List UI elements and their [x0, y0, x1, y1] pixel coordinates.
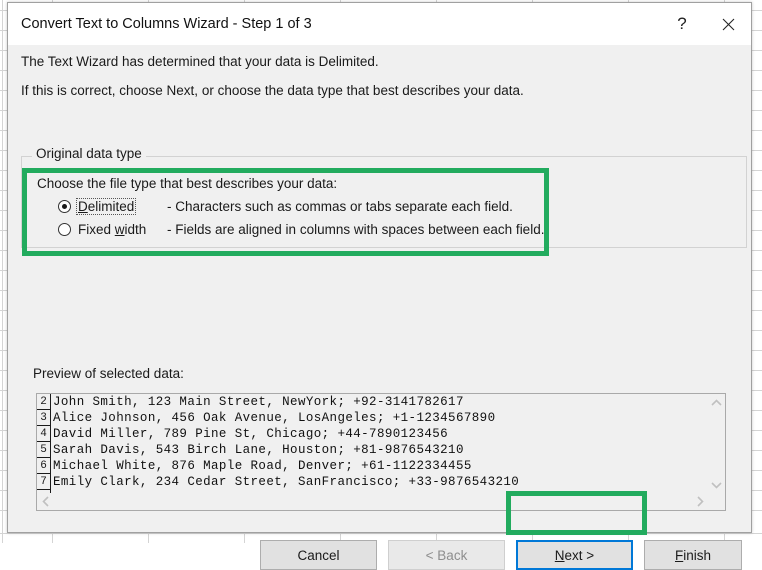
radio-delimited-description: - Characters such as commas or tabs sepa…: [167, 199, 513, 214]
preview-row: 4David Miller, 789 Pine St, Chicago; +44…: [37, 426, 708, 442]
close-icon: [722, 18, 735, 31]
grid-line-vertical: [2, 0, 3, 543]
scroll-up-button[interactable]: [708, 394, 725, 411]
preview-row-number: 5: [37, 442, 51, 458]
cancel-button[interactable]: Cancel: [260, 540, 377, 570]
preview-row-number: 2: [37, 394, 51, 410]
preview-row-number: 3: [37, 410, 51, 426]
intro-line-1: The Text Wizard has determined that your…: [21, 54, 379, 69]
choose-file-type-label: Choose the file type that best describes…: [37, 176, 337, 191]
finish-button[interactable]: Finish: [644, 540, 742, 570]
close-button[interactable]: [705, 3, 751, 45]
radio-delimited-label: Delimited: [77, 199, 135, 214]
preview-row: 5Sarah Davis, 543 Birch Lane, Houston; +…: [37, 442, 708, 458]
preview-row: 2John Smith, 123 Main Street, NewYork; +…: [37, 394, 708, 410]
preview-row-text: Alice Johnson, 456 Oak Avenue, LosAngele…: [51, 410, 495, 426]
scroll-right-button[interactable]: [691, 493, 708, 510]
grid-line-horizontal: [0, 533, 762, 534]
scrollbar-corner: [708, 493, 725, 510]
chevron-right-icon: [696, 496, 704, 507]
scroll-left-button[interactable]: [37, 493, 54, 510]
preview-label: Preview of selected data:: [33, 366, 184, 381]
radio-fixed-width-label: Fixed width: [77, 222, 147, 237]
preview-pane: 2John Smith, 123 Main Street, NewYork; +…: [36, 393, 726, 511]
preview-row: 3Alice Johnson, 456 Oak Avenue, LosAngel…: [37, 410, 708, 426]
preview-row-list: 2John Smith, 123 Main Street, NewYork; +…: [37, 394, 708, 493]
preview-row-text: Michael White, 876 Maple Road, Denver; +…: [51, 458, 472, 474]
radio-option-fixed-width[interactable]: Fixed width: [58, 222, 147, 237]
radio-delimited-indicator[interactable]: [58, 200, 71, 213]
preview-vertical-scrollbar[interactable]: [708, 394, 725, 493]
convert-text-to-columns-wizard-dialog: Convert Text to Columns Wizard - Step 1 …: [7, 2, 752, 533]
radio-fixed-width-description: - Fields are aligned in columns with spa…: [167, 222, 544, 237]
title-bar: Convert Text to Columns Wizard - Step 1 …: [8, 3, 751, 45]
preview-horizontal-scrollbar[interactable]: [37, 493, 708, 510]
preview-row: 7Emily Clark, 234 Cedar Street, SanFranc…: [37, 474, 708, 490]
radio-fixed-width-indicator[interactable]: [58, 223, 71, 236]
radio-option-delimited[interactable]: Delimited: [58, 199, 135, 214]
preview-row-text: John Smith, 123 Main Street, NewYork; +9…: [51, 394, 464, 410]
chevron-left-icon: [42, 496, 50, 507]
preview-row-text: David Miller, 789 Pine St, Chicago; +44-…: [51, 426, 448, 442]
original-data-type-legend: Original data type: [32, 146, 146, 161]
dialog-title: Convert Text to Columns Wizard - Step 1 …: [8, 16, 312, 32]
next-button[interactable]: Next >: [516, 540, 633, 570]
preview-row: 6Michael White, 876 Maple Road, Denver; …: [37, 458, 708, 474]
finish-button-label: Finish: [675, 548, 711, 563]
chevron-down-icon: [711, 481, 722, 489]
preview-data-area: 2John Smith, 123 Main Street, NewYork; +…: [37, 394, 708, 493]
next-button-label: Next >: [555, 548, 594, 563]
dialog-body: The Text Wizard has determined that your…: [8, 45, 751, 533]
preview-row-number: 6: [37, 458, 51, 474]
back-button: < Back: [388, 540, 505, 570]
preview-row-text: Sarah Davis, 543 Birch Lane, Houston; +8…: [51, 442, 464, 458]
intro-line-2: If this is correct, choose Next, or choo…: [21, 83, 524, 98]
title-bar-buttons: ?: [659, 3, 751, 45]
scroll-down-button[interactable]: [708, 476, 725, 493]
preview-row-number: 4: [37, 426, 51, 442]
chevron-up-icon: [711, 399, 722, 407]
preview-row-number: 7: [37, 474, 51, 490]
help-button[interactable]: ?: [659, 3, 705, 45]
question-mark-icon: ?: [677, 14, 686, 34]
preview-row-text: Emily Clark, 234 Cedar Street, SanFranci…: [51, 474, 519, 490]
